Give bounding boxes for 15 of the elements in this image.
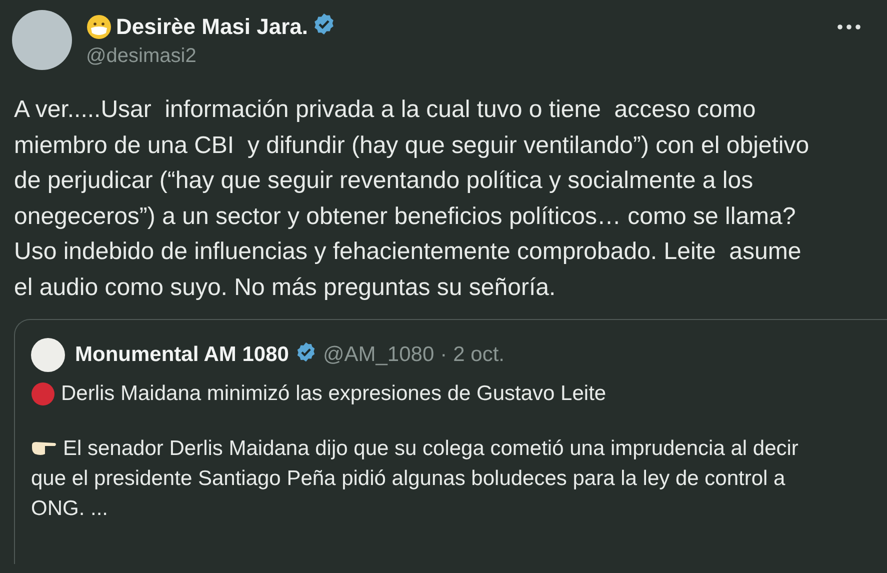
tweet-date[interactable]: 2 oct. — [453, 343, 505, 367]
quoted-tweet-text: El senador Derlis Maidana dijo que su colega cometió una imprudencia al decir que el presidente Santiago Peña pidió algunas boludeces para la ley de control a ONG. ... — [31, 436, 800, 522]
pointing-hand-icon — [31, 439, 57, 457]
author-name[interactable]: Desirèe Masi Jara. — [116, 14, 308, 40]
separator-dot: · — [440, 343, 448, 367]
author-handle[interactable]: @desimasi2 — [86, 45, 336, 68]
quoted-headline: Derlis Maidana minimizó las expresiones de Gustavo Leite — [61, 382, 606, 406]
quoted-author-name[interactable]: Monumental AM 1080 — [75, 343, 289, 367]
masked-face-icon — [86, 14, 112, 40]
quoted-tweet-card[interactable] — [14, 319, 887, 564]
quoted-author-handle[interactable]: @AM_1080 — [322, 343, 434, 367]
tweet-text: A ver.....Usar información privada a la cual tuvo o tiene acceso como miembro de una CBI y difundir (hay que seguir ventilando”) con el objetivo de perjudicar (“hay que seguir reventando política y socialmente a los onegeceros”) a un sector y obtener beneficios políticos… como se llama? Uso indebido de influencias y fehacientemente comprobado. Leite asume el audio como suyo. No más preguntas su señoría. — [14, 95, 810, 302]
avatar-photo[interactable] — [31, 338, 65, 372]
more-options-icon[interactable] — [837, 24, 861, 30]
dot-icon — [31, 382, 55, 406]
